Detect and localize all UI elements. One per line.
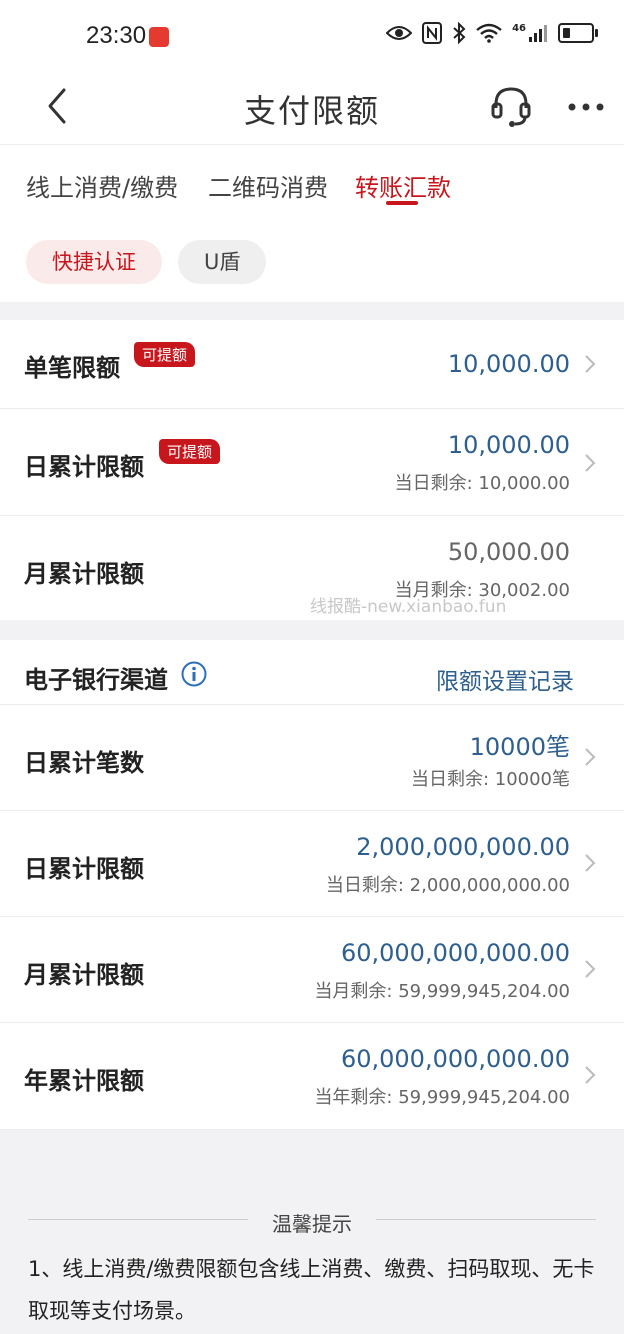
raise-limit-tag: 可提额 <box>134 342 196 367</box>
channel-remaining: 当日剩余: 10000笔 <box>410 769 570 790</box>
wifi-icon <box>476 23 502 43</box>
tips-section: 温馨提示 1、线上消费/缴费限额包含线上消费、缴费、扫码取现、无卡取现等支付场景… <box>0 1130 624 1334</box>
network-type: 46 <box>512 22 526 34</box>
watermark-text: 线报酷-new.xianbao.fun <box>310 597 507 617</box>
channel-row-yearly-limit[interactable]: 年累计限额 60,000,000,000.00 当年剩余: 59,999,945… <box>0 1023 624 1130</box>
chevron-right-icon <box>585 1066 596 1084</box>
signal-icon <box>529 25 547 42</box>
channel-label: 日累计限额 <box>24 855 144 883</box>
tips-divider-right <box>376 1219 596 1220</box>
status-time: 23:30 <box>86 22 147 49</box>
channel-title: 电子银行渠道 <box>24 666 168 694</box>
tips-title: 温馨提示 <box>272 1212 352 1236</box>
section-divider <box>0 620 624 640</box>
nav-bar: 支付限额 <box>0 72 624 145</box>
limit-label: 单笔限额 <box>24 354 120 382</box>
info-icon[interactable] <box>181 661 207 687</box>
chevron-right-icon <box>585 454 596 472</box>
channel-row-daily-limit[interactable]: 日累计限额 2,000,000,000.00 当日剩余: 2,000,000,0… <box>0 811 624 917</box>
channel-section-header: 电子银行渠道 限额设置记录 <box>0 640 624 705</box>
channel-value: 2,000,000,000.00 <box>356 833 570 861</box>
channel-label: 日累计笔数 <box>24 749 144 777</box>
channel-label: 年累计限额 <box>24 1067 144 1095</box>
more-options-icon[interactable] <box>566 100 606 114</box>
tab-qr-payment[interactable]: 二维码消费 <box>208 168 328 203</box>
channel-remaining: 当日剩余: 2,000,000,000.00 <box>325 875 570 896</box>
limit-label: 日累计限额 <box>24 453 144 481</box>
limit-value: 10,000.00 <box>447 431 570 459</box>
limit-value: 10,000.00 <box>447 350 570 378</box>
channel-row-monthly-limit[interactable]: 月累计限额 60,000,000,000.00 当月剩余: 59,999,945… <box>0 917 624 1023</box>
nfc-icon <box>422 22 443 44</box>
section-divider <box>0 302 624 320</box>
channel-remaining: 当年剩余: 59,999,945,204.00 <box>314 1087 570 1108</box>
limit-row-daily[interactable]: 日累计限额 可提额 10,000.00 当日剩余: 10,000.00 <box>0 409 624 516</box>
channel-row-daily-count[interactable]: 日累计笔数 10000笔 当日剩余: 10000笔 <box>0 705 624 811</box>
limit-value: 50,000.00 <box>447 538 570 566</box>
chevron-right-icon <box>585 854 596 872</box>
status-icons: 46 <box>386 22 598 44</box>
channel-value: 10000笔 <box>469 733 570 761</box>
limit-settings-record-link[interactable]: 限额设置记录 <box>436 662 574 696</box>
tab-online-payment[interactable]: 线上消费/缴费 <box>26 168 178 203</box>
limit-label: 月累计限额 <box>24 560 144 588</box>
channel-remaining: 当月剩余: 59,999,945,204.00 <box>314 981 570 1002</box>
raise-limit-tag: 可提额 <box>159 439 221 464</box>
chevron-right-icon <box>585 355 596 373</box>
battery-icon <box>558 23 598 43</box>
customer-service-headset-icon[interactable] <box>490 84 532 128</box>
quick-auth-pill[interactable]: 快捷认证 <box>26 240 162 284</box>
limit-type-tabs: 线上消费/缴费 二维码消费 转账汇款 <box>0 146 624 216</box>
tips-text: 1、线上消费/缴费限额包含线上消费、缴费、扫码取现、无卡取现等支付场景。 <box>28 1257 595 1323</box>
bluetooth-icon <box>453 22 466 44</box>
channel-value: 60,000,000,000.00 <box>340 939 570 967</box>
channel-value: 60,000,000,000.00 <box>340 1045 570 1073</box>
status-bar: 23:30 46 <box>0 0 624 72</box>
channel-label: 月累计限额 <box>24 961 144 989</box>
app-notification-icon <box>149 27 169 47</box>
eye-icon <box>386 26 413 40</box>
u-shield-pill[interactable]: U盾 <box>178 240 267 284</box>
chevron-right-icon <box>585 748 596 766</box>
active-tab-indicator <box>386 201 418 205</box>
limit-row-single[interactable]: 单笔限额 可提额 10,000.00 <box>0 320 624 409</box>
chevron-right-icon <box>585 960 596 978</box>
tab-transfer[interactable]: 转账汇款 <box>355 168 451 203</box>
limit-remaining: 当日剩余: 10,000.00 <box>394 473 570 494</box>
